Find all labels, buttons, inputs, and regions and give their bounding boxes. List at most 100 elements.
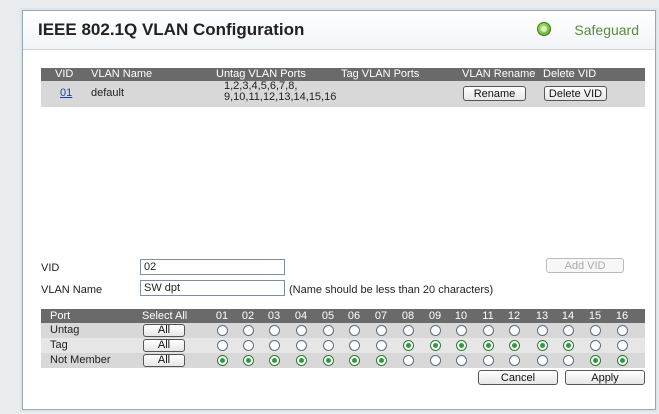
port-02-radio[interactable] (243, 340, 254, 351)
port-number-09: 09 (428, 310, 442, 322)
select-all-button[interactable]: All (143, 354, 185, 367)
vlan-table: VID VLAN Name Untag VLAN Ports Tag VLAN … (41, 68, 645, 107)
port-10-radio[interactable] (456, 355, 467, 366)
delete-vid-button[interactable]: Delete VID (544, 86, 607, 101)
port-16-radio[interactable] (617, 325, 628, 336)
port-14-radio[interactable] (563, 355, 574, 366)
port-15-radio[interactable] (590, 340, 601, 351)
title-bar: IEEE 802.1Q VLAN Configuration Safeguard (23, 11, 655, 50)
port-02-radio[interactable] (243, 325, 254, 336)
table-row: 01 default 1,2,3,4,5,6,7,8, 9,10,11,12,1… (41, 81, 645, 107)
port-03-radio[interactable] (269, 355, 280, 366)
safeguard-label: Safeguard (574, 22, 639, 38)
port-07-radio[interactable] (376, 355, 387, 366)
port-10-radio[interactable] (456, 340, 467, 351)
port-06-radio[interactable] (349, 325, 360, 336)
untag-ports-line2: 9,10,11,12,13,14,15,16 (224, 91, 337, 103)
safeguard-icon (537, 22, 551, 36)
port-header-row: Port Select All 01 02 03 04 05 06 07 08 09 10 11 12… (41, 309, 645, 323)
port-12-radio[interactable] (509, 355, 520, 366)
row-label: Not Member (50, 354, 111, 366)
port-05-radio[interactable] (323, 355, 334, 366)
row-label: Untag (50, 324, 80, 336)
header-vlan-name: VLAN Name (91, 68, 153, 80)
port-number-01: 01 (215, 310, 229, 322)
port-number-11: 11 (482, 310, 494, 322)
row-label: Tag (50, 339, 68, 351)
port-04-radio[interactable] (296, 325, 307, 336)
port-09-radio[interactable] (430, 340, 441, 351)
port-header-label: Port (50, 310, 71, 322)
port-number-05: 05 (321, 310, 335, 322)
port-number-12: 12 (507, 310, 521, 322)
port-16-radio[interactable] (617, 340, 628, 351)
add-vid-button[interactable]: Add VID (546, 258, 624, 273)
port-11-radio[interactable] (483, 355, 494, 366)
untag-ports-cell: 1,2,3,4,5,6,7,8, 9,10,11,12,13,14,15,16 (224, 81, 344, 103)
port-02-radio[interactable] (243, 355, 254, 366)
port-13-radio[interactable] (537, 355, 548, 366)
port-row-untag: Untag All (41, 323, 645, 338)
port-16-radio[interactable] (617, 355, 628, 366)
port-04-radio[interactable] (296, 355, 307, 366)
header-delete-vid: Delete VID (543, 68, 597, 80)
port-01-radio[interactable] (217, 325, 228, 336)
port-15-radio[interactable] (590, 325, 601, 336)
port-03-radio[interactable] (269, 325, 280, 336)
port-number-03: 03 (267, 310, 281, 322)
port-number-02: 02 (241, 310, 255, 322)
port-06-radio[interactable] (349, 340, 360, 351)
port-09-radio[interactable] (430, 355, 441, 366)
port-number-07: 07 (374, 310, 388, 322)
port-06-radio[interactable] (349, 355, 360, 366)
select-all-button[interactable]: All (143, 339, 185, 352)
port-number-14: 14 (561, 310, 575, 322)
port-12-radio[interactable] (509, 325, 520, 336)
vlan-table-header: VID VLAN Name Untag VLAN Ports Tag VLAN … (41, 68, 645, 81)
select-all-header: Select All (142, 310, 188, 322)
port-10-radio[interactable] (456, 325, 467, 336)
port-08-radio[interactable] (403, 325, 414, 336)
port-04-radio[interactable] (296, 340, 307, 351)
cancel-button[interactable]: Cancel (478, 370, 558, 385)
port-13-radio[interactable] (537, 340, 548, 351)
port-09-radio[interactable] (430, 325, 441, 336)
port-08-radio[interactable] (403, 355, 414, 366)
port-number-15: 15 (588, 310, 602, 322)
header-vlan-rename: VLAN Rename (462, 68, 536, 80)
vid-link[interactable]: 01 (60, 87, 72, 99)
rename-button[interactable]: Rename (463, 86, 526, 101)
port-14-radio[interactable] (563, 325, 574, 336)
select-all-button[interactable]: All (143, 324, 185, 337)
port-14-radio[interactable] (563, 340, 574, 351)
port-08-radio[interactable] (403, 340, 414, 351)
port-07-radio[interactable] (376, 325, 387, 336)
port-number-13: 13 (535, 310, 549, 322)
port-row-tag: Tag All (41, 338, 645, 353)
port-07-radio[interactable] (376, 340, 387, 351)
port-number-10: 10 (454, 310, 468, 322)
port-12-radio[interactable] (509, 340, 520, 351)
vlan-name-label: VLAN Name (41, 284, 103, 296)
port-01-radio[interactable] (217, 340, 228, 351)
port-number-06: 06 (347, 310, 361, 322)
port-03-radio[interactable] (269, 340, 280, 351)
port-15-radio[interactable] (590, 355, 601, 366)
port-01-radio[interactable] (217, 355, 228, 366)
header-tag-ports: Tag VLAN Ports (341, 68, 420, 80)
page-title: IEEE 802.1Q VLAN Configuration (38, 20, 305, 39)
header-vid: VID (55, 68, 74, 80)
port-row-not-member: Not Member All (41, 353, 645, 368)
vlan-name-hint: (Name should be less than 20 characters) (289, 284, 494, 296)
port-05-radio[interactable] (323, 340, 334, 351)
vid-input[interactable]: 02 (140, 259, 285, 275)
port-13-radio[interactable] (537, 325, 548, 336)
port-11-radio[interactable] (483, 340, 494, 351)
port-11-radio[interactable] (483, 325, 494, 336)
vlan-config-panel: IEEE 802.1Q VLAN Configuration Safeguard… (22, 10, 656, 410)
port-05-radio[interactable] (323, 325, 334, 336)
vlan-name-input[interactable]: SW dpt (140, 280, 285, 296)
apply-button[interactable]: Apply (565, 370, 645, 385)
port-number-08: 08 (401, 310, 415, 322)
vid-label: VID (41, 262, 60, 274)
